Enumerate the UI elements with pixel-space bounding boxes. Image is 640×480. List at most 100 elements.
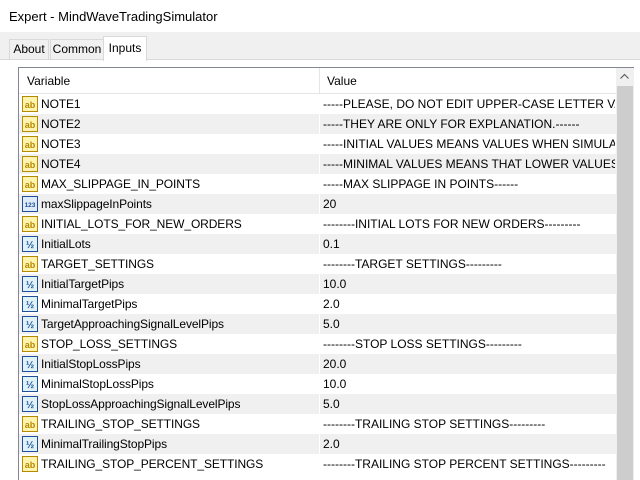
table-row[interactable]: ab MAX_SLIPPAGE_IN_POINTS -----MAX SLIPPAG… (19, 174, 616, 194)
table-row[interactable]: ab TARGET_SETTINGS --------TARGET SETTINGS… (19, 254, 616, 274)
integer-type-icon: 123 (22, 196, 38, 212)
value-cell[interactable]: -----MINIMAL VALUES MEANS THAT LOWER VAL… (319, 154, 616, 174)
variable-cell[interactable]: ab TARGET_SETTINGS (19, 254, 319, 274)
value-cell[interactable]: --------INITIAL LOTS FOR NEW ORDERS-----… (319, 214, 616, 234)
table-row[interactable]: ½ MinimalStopLossPips 10.0 (19, 374, 616, 394)
table-row[interactable]: ab NOTE4 -----MINIMAL VALUES MEANS THAT LO… (19, 154, 616, 174)
value-cell[interactable]: 10.0 (319, 374, 616, 394)
value-cell[interactable]: 2.0 (319, 294, 616, 314)
table-row[interactable]: ½ InitialLots 0.1 (19, 234, 616, 254)
value-cell[interactable]: --------TRAILING STOP SETTINGS--------- (319, 414, 616, 434)
scroll-up-arrow-icon[interactable] (616, 68, 633, 85)
variable-cell[interactable]: ½ StopLossApproachingSignalLevelPips (19, 394, 319, 414)
value-cell[interactable]: 20.0 (319, 354, 616, 374)
scrollbar-thumb[interactable] (617, 86, 633, 480)
table-row[interactable]: ab INITIAL_LOTS_FOR_NEW_ORDERS --------INI… (19, 214, 616, 234)
variable-cell[interactable]: ab TRAILING_STOP_PERCENT_SETTINGS (19, 454, 319, 474)
value-cell[interactable]: -----MAX SLIPPAGE IN POINTS------ (319, 174, 616, 194)
variable-name: NOTE4 (41, 157, 81, 171)
value-cell[interactable]: -----INITIAL VALUES MEANS VALUES WHEN SI… (319, 134, 616, 154)
value-cell[interactable]: --------STOP LOSS SETTINGS--------- (319, 334, 616, 354)
value-cell[interactable]: 0.1 (319, 234, 616, 254)
svg-text:ab: ab (25, 260, 36, 270)
variable-value: 0.1 (323, 237, 340, 251)
column-header-value[interactable]: Value (319, 68, 357, 94)
svg-text:½: ½ (26, 400, 34, 411)
variable-cell[interactable]: ab INITIAL_LOTS_FOR_NEW_ORDERS (19, 214, 319, 234)
variable-value: 20.0 (323, 357, 347, 371)
variable-value: 5.0 (323, 397, 340, 411)
string-type-icon: ab (22, 216, 38, 232)
variable-cell[interactable]: ½ MinimalTargetPips (19, 294, 319, 314)
table-row[interactable]: ab NOTE1 -----PLEASE, DO NOT EDIT UPPER-CA… (19, 94, 616, 114)
variable-value: -----THEY ARE ONLY FOR EXPLANATION.-----… (323, 117, 580, 131)
table-row[interactable]: ab TRAILING_STOP_PERCENT_SETTINGS --------… (19, 454, 616, 474)
tab-inputs[interactable]: Inputs (103, 36, 147, 61)
variable-name: StopLossApproachingSignalLevelPips (41, 397, 241, 411)
value-cell[interactable]: 20 (319, 194, 616, 214)
variable-cell[interactable]: ab NOTE4 (19, 154, 319, 174)
variable-cell[interactable]: ½ MinimalStopLossPips (19, 374, 319, 394)
svg-text:ab: ab (25, 180, 36, 190)
value-cell[interactable]: -----THEY ARE ONLY FOR EXPLANATION.-----… (319, 114, 616, 134)
string-type-icon: ab (22, 456, 38, 472)
table-row[interactable]: ½ InitialTargetPips 10.0 (19, 274, 616, 294)
double-type-icon: ½ (22, 436, 38, 452)
double-type-icon: ½ (22, 296, 38, 312)
variable-name: NOTE3 (41, 137, 81, 151)
variable-name: InitialLots (41, 237, 91, 251)
variable-cell[interactable]: 123 maxSlippageInPoints (19, 194, 319, 214)
tab-common[interactable]: Common (50, 39, 104, 60)
variable-cell[interactable]: ab MAX_SLIPPAGE_IN_POINTS (19, 174, 319, 194)
variable-value: -----PLEASE, DO NOT EDIT UPPER-CASE LETT… (323, 97, 615, 111)
variable-value: --------TARGET SETTINGS--------- (323, 257, 502, 271)
variable-cell[interactable]: ½ TargetApproachingSignalLevelPips (19, 314, 319, 334)
string-type-icon: ab (22, 96, 38, 112)
variable-value: --------TRAILING STOP SETTINGS--------- (323, 417, 546, 431)
variable-value: 10.0 (323, 377, 347, 391)
table-row[interactable]: ab TRAILING_STOP_SETTINGS --------TRAILING… (19, 414, 616, 434)
table-row[interactable]: ab NOTE2 -----THEY ARE ONLY FOR EXPLANATIO… (19, 114, 616, 134)
variable-cell[interactable]: ½ InitialTargetPips (19, 274, 319, 294)
variable-cell[interactable]: ab STOP_LOSS_SETTINGS (19, 334, 319, 354)
variable-cell[interactable]: ½ InitialStopLossPips (19, 354, 319, 374)
table-row[interactable]: 123 maxSlippageInPoints 20 (19, 194, 616, 214)
table-row[interactable]: ½ MinimalTrailingStopPips 2.0 (19, 434, 616, 454)
string-type-icon: ab (22, 416, 38, 432)
inputs-table[interactable]: Variable Value ab NOTE1 -----PLEASE, DO NO… (18, 67, 634, 480)
value-cell[interactable]: 10.0 (319, 274, 616, 294)
variable-name: STOP_LOSS_SETTINGS (41, 337, 178, 351)
variable-name: MinimalTargetPips (41, 297, 138, 311)
svg-text:ab: ab (25, 140, 36, 150)
svg-text:½: ½ (26, 380, 34, 391)
variable-cell[interactable]: ab NOTE3 (19, 134, 319, 154)
table-row[interactable]: ½ InitialStopLossPips 20.0 (19, 354, 616, 374)
variable-cell[interactable]: ½ MinimalTrailingStopPips (19, 434, 319, 454)
value-cell[interactable]: 5.0 (319, 394, 616, 414)
double-type-icon: ½ (22, 376, 38, 392)
variable-cell[interactable]: ab NOTE2 (19, 114, 319, 134)
tab-about[interactable]: About (9, 39, 49, 60)
svg-text:ab: ab (25, 120, 36, 130)
value-cell[interactable]: --------TRAILING STOP PERCENT SETTINGS--… (319, 454, 616, 474)
value-cell[interactable]: 2.0 (319, 434, 616, 454)
vertical-scrollbar[interactable] (616, 67, 634, 480)
table-row[interactable]: ab NOTE3 -----INITIAL VALUES MEANS VALUES … (19, 134, 616, 154)
column-header-variable[interactable]: Variable (19, 68, 70, 94)
table-row[interactable]: ½ StopLossApproachingSignalLevelPips 5.0 (19, 394, 616, 414)
variable-cell[interactable]: ab TRAILING_STOP_SETTINGS (19, 414, 319, 434)
string-type-icon: ab (22, 176, 38, 192)
svg-text:123: 123 (25, 202, 36, 209)
value-cell[interactable]: 5.0 (319, 314, 616, 334)
table-row[interactable]: ½ MinimalTargetPips 2.0 (19, 294, 616, 314)
value-cell[interactable]: -----PLEASE, DO NOT EDIT UPPER-CASE LETT… (319, 94, 616, 114)
svg-text:½: ½ (26, 240, 34, 251)
variable-name: NOTE1 (41, 97, 81, 111)
string-type-icon: ab (22, 136, 38, 152)
value-cell[interactable]: --------TARGET SETTINGS--------- (319, 254, 616, 274)
variable-cell[interactable]: ½ InitialLots (19, 234, 319, 254)
variable-value: --------TRAILING STOP PERCENT SETTINGS--… (323, 457, 606, 471)
table-row[interactable]: ab STOP_LOSS_SETTINGS --------STOP LOSS SE… (19, 334, 616, 354)
variable-cell[interactable]: ab NOTE1 (19, 94, 319, 114)
table-row[interactable]: ½ TargetApproachingSignalLevelPips 5.0 (19, 314, 616, 334)
